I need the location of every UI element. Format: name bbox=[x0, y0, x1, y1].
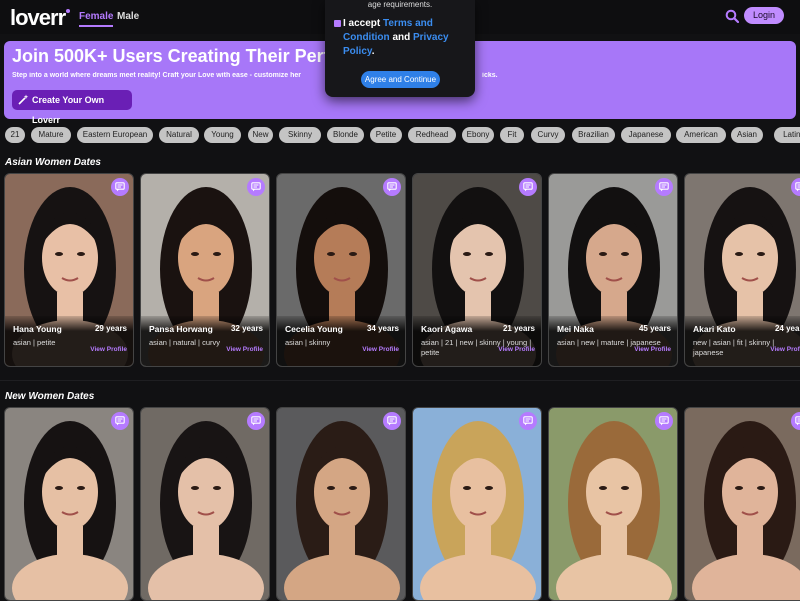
profile-card[interactable]: Akari Kato 24 years new | asian | fit | … bbox=[684, 173, 800, 367]
chip-curvy[interactable]: Curvy bbox=[531, 127, 565, 143]
agree-continue-button[interactable]: Agree and Continue bbox=[361, 71, 440, 88]
profile-card[interactable] bbox=[548, 407, 678, 601]
profile-age: 21 years bbox=[502, 324, 535, 333]
chip-latina[interactable]: Latina bbox=[774, 127, 800, 143]
chip-natural[interactable]: Natural bbox=[159, 127, 199, 143]
chip-eastern-european[interactable]: Eastern European bbox=[77, 127, 153, 143]
profile-info: Pansa Horwang 32 years asian | natural |… bbox=[141, 316, 269, 366]
section-title-new: New Women Dates bbox=[5, 391, 95, 402]
profile-age: 32 years bbox=[230, 324, 263, 333]
profile-photo bbox=[413, 408, 541, 600]
profile-name: Mei Naka bbox=[557, 324, 594, 334]
chip-ebony[interactable]: Ebony bbox=[462, 127, 494, 143]
chip-skinny[interactable]: Skinny bbox=[279, 127, 321, 143]
create-loverr-button[interactable]: Create Your Own Loverr bbox=[12, 90, 132, 125]
profile-photo bbox=[277, 408, 405, 600]
profile-age: 24 years bbox=[774, 324, 800, 333]
profile-name: Hana Young bbox=[13, 324, 62, 334]
profile-card[interactable] bbox=[4, 407, 134, 601]
profile-photo bbox=[141, 408, 269, 600]
profile-card[interactable]: Pansa Horwang 32 years asian | natural |… bbox=[140, 173, 270, 367]
profile-info: Mei Naka 45 years asian | new | mature |… bbox=[549, 316, 677, 366]
profile-name: Kaori Agawa bbox=[421, 324, 473, 334]
view-profile-link[interactable]: View Profile bbox=[498, 346, 535, 353]
chip-japanese[interactable]: Japanese bbox=[621, 127, 671, 143]
profile-name: Cecelia Young bbox=[285, 324, 343, 334]
view-profile-link[interactable]: View Profile bbox=[634, 346, 671, 353]
chip-new[interactable]: New bbox=[248, 127, 273, 143]
profile-card[interactable] bbox=[412, 407, 542, 601]
chip-mature[interactable]: Mature bbox=[31, 127, 71, 143]
view-profile-link[interactable]: View Profile bbox=[90, 346, 127, 353]
chip-petite[interactable]: Petite bbox=[370, 127, 402, 143]
chat-icon[interactable] bbox=[247, 178, 265, 196]
profile-name: Akari Kato bbox=[693, 324, 736, 334]
profile-info: Cecelia Young 34 years asian | skinny Vi… bbox=[277, 316, 405, 366]
chip-blonde[interactable]: Blonde bbox=[327, 127, 364, 143]
profile-photo bbox=[5, 408, 133, 600]
profile-photo bbox=[685, 408, 800, 600]
profile-info: Akari Kato 24 years new | asian | fit | … bbox=[685, 316, 800, 366]
modal-top-text: age requirements. bbox=[367, 0, 433, 9]
profile-card[interactable]: Cecelia Young 34 years asian | skinny Vi… bbox=[276, 173, 406, 367]
chat-icon[interactable] bbox=[655, 178, 673, 196]
chat-icon[interactable] bbox=[111, 412, 129, 430]
profile-card[interactable] bbox=[276, 407, 406, 601]
profile-info: Hana Young 29 years asian | petite View … bbox=[5, 316, 133, 366]
profile-age: 29 years bbox=[94, 324, 127, 333]
profile-card[interactable]: Hana Young 29 years asian | petite View … bbox=[4, 173, 134, 367]
tab-female[interactable]: Female bbox=[79, 11, 114, 27]
age-consent-modal: age requirements. I accept Terms and Con… bbox=[325, 0, 475, 97]
chat-icon[interactable] bbox=[383, 178, 401, 196]
logo[interactable]: loverr bbox=[10, 5, 71, 31]
chat-icon[interactable] bbox=[383, 412, 401, 430]
chat-icon[interactable] bbox=[111, 178, 129, 196]
magic-wand-icon bbox=[18, 94, 29, 105]
chat-icon[interactable] bbox=[247, 412, 265, 430]
hero-title: Join 500K+ Users Creating Their Perfect … bbox=[12, 46, 372, 66]
chip-redhead[interactable]: Redhead bbox=[408, 127, 456, 143]
chip-fit[interactable]: Fit bbox=[500, 127, 524, 143]
profile-photo bbox=[549, 408, 677, 600]
section-title-asian: Asian Women Dates bbox=[5, 157, 101, 168]
section-divider bbox=[0, 380, 800, 381]
profile-info: Kaori Agawa 21 years asian | 21 | new | … bbox=[413, 316, 541, 366]
login-button[interactable]: Login bbox=[744, 7, 784, 24]
profile-age: 45 years bbox=[638, 324, 671, 333]
view-profile-link[interactable]: View Profile bbox=[770, 346, 800, 353]
accept-text: I accept Terms and Condition and Privacy… bbox=[343, 18, 449, 57]
chip-american[interactable]: American bbox=[676, 127, 726, 143]
tab-male[interactable]: Male bbox=[117, 11, 139, 22]
chip-21[interactable]: 21 bbox=[5, 127, 25, 143]
chat-icon[interactable] bbox=[655, 412, 673, 430]
profile-card[interactable]: Kaori Agawa 21 years asian | 21 | new | … bbox=[412, 173, 542, 367]
accept-checkbox[interactable] bbox=[334, 20, 341, 27]
chip-brazilian[interactable]: Brazilian bbox=[572, 127, 615, 143]
profile-age: 34 years bbox=[366, 324, 399, 333]
search-icon[interactable] bbox=[725, 9, 739, 23]
chat-icon[interactable] bbox=[519, 412, 537, 430]
profile-card[interactable]: Mei Naka 45 years asian | new | mature |… bbox=[548, 173, 678, 367]
category-chips: 21 Mature Eastern European Natural Young New S… bbox=[0, 127, 800, 145]
profile-card[interactable] bbox=[684, 407, 800, 601]
view-profile-link[interactable]: View Profile bbox=[362, 346, 399, 353]
view-profile-link[interactable]: View Profile bbox=[226, 346, 263, 353]
chip-asian[interactable]: Asian bbox=[731, 127, 763, 143]
profile-card[interactable] bbox=[140, 407, 270, 601]
profile-name: Pansa Horwang bbox=[149, 324, 213, 334]
chip-young[interactable]: Young bbox=[204, 127, 241, 143]
chat-icon[interactable] bbox=[519, 178, 537, 196]
